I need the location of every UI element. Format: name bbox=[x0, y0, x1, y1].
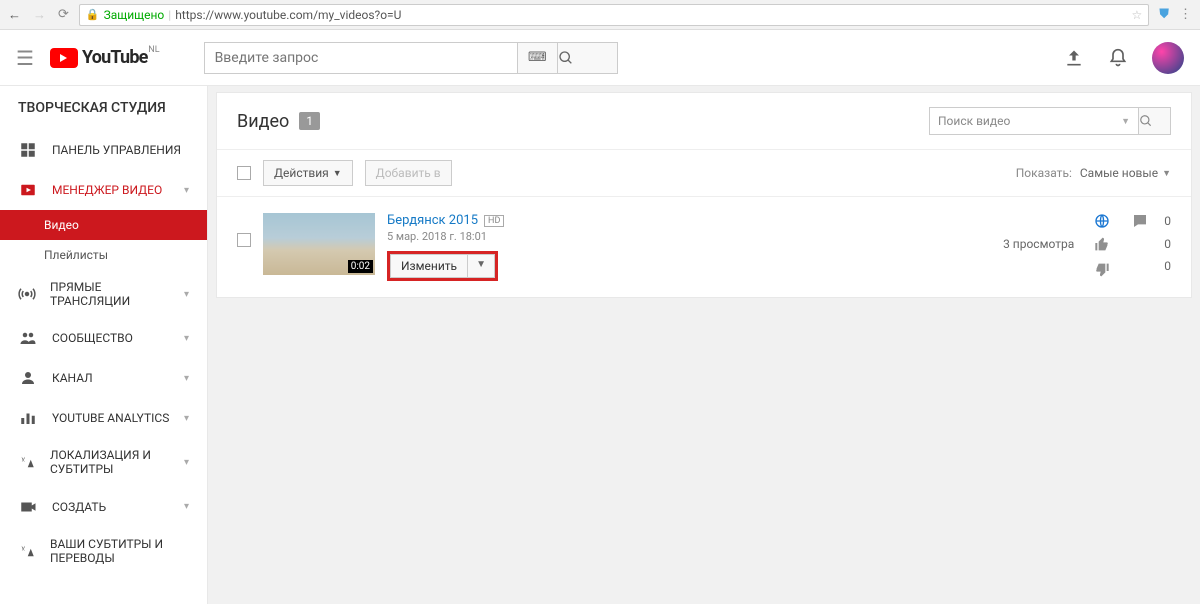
main-content: Видео 1 Поиск видео ▼ Действия ▼ bbox=[208, 86, 1200, 604]
sidebar: ТВОРЧЕСКАЯ СТУДИЯ ПАНЕЛЬ УПРАВЛЕНИЯ МЕНЕ… bbox=[0, 86, 208, 604]
live-icon bbox=[18, 284, 36, 304]
globe-icon bbox=[1094, 213, 1112, 229]
comment-icon bbox=[1132, 213, 1150, 229]
edit-button-highlight: Изменить ▼ bbox=[387, 251, 498, 281]
video-duration: 0:02 bbox=[348, 260, 373, 273]
sidebar-item-channel[interactable]: КАНАЛ ▾ bbox=[0, 358, 207, 398]
sidebar-item-live[interactable]: ПРЯМЫЕ ТРАНСЛЯЦИИ ▾ bbox=[0, 270, 207, 318]
video-title[interactable]: Бердянск 2015 bbox=[387, 213, 478, 228]
subtitles-icon bbox=[18, 541, 36, 561]
menu-dots-icon[interactable]: ⋮ bbox=[1179, 7, 1192, 22]
translate-icon bbox=[18, 452, 36, 472]
show-label: Показать: bbox=[1016, 166, 1072, 180]
upload-icon[interactable] bbox=[1064, 48, 1084, 68]
url-bar[interactable]: 🔒 Защищено | https://www.youtube.com/my_… bbox=[79, 4, 1149, 26]
yt-header: ☰ YouTube NL ⌨ bbox=[0, 30, 1200, 86]
dashboard-icon bbox=[18, 140, 38, 160]
reload-icon[interactable]: ⟳ bbox=[58, 7, 69, 23]
sidebar-item-community[interactable]: СООБЩЕСТВО ▾ bbox=[0, 318, 207, 358]
edit-dropdown[interactable]: ▼ bbox=[468, 254, 495, 278]
analytics-icon bbox=[18, 408, 38, 428]
play-icon bbox=[50, 48, 78, 68]
star-icon[interactable]: ☆ bbox=[1131, 8, 1142, 22]
sidebar-item-dashboard[interactable]: ПАНЕЛЬ УПРАВЛЕНИЯ bbox=[0, 130, 207, 170]
video-search-button[interactable] bbox=[1139, 107, 1171, 135]
comments-count: 0 bbox=[1164, 214, 1171, 228]
chevron-down-icon: ▾ bbox=[184, 185, 189, 196]
url-text: https://www.youtube.com/my_videos?o=U bbox=[175, 8, 401, 22]
secure-label: Защищено bbox=[104, 8, 165, 22]
sidebar-item-video-manager[interactable]: МЕНЕДЖЕР ВИДЕО ▾ bbox=[0, 170, 207, 210]
chevron-down-icon: ▼ bbox=[1162, 168, 1171, 179]
actions-button[interactable]: Действия ▼ bbox=[263, 160, 353, 186]
video-row: 0:02 Бердянск 2015 HD 5 мар. 2018 г. 18:… bbox=[217, 197, 1191, 297]
video-thumbnail[interactable]: 0:02 bbox=[263, 213, 375, 275]
chevron-down-icon: ▾ bbox=[184, 289, 189, 300]
video-checkbox[interactable] bbox=[237, 233, 251, 247]
chevron-down-icon: ▾ bbox=[184, 333, 189, 344]
keyboard-icon[interactable]: ⌨ bbox=[518, 42, 558, 74]
video-views: 3 просмотра bbox=[1003, 237, 1074, 251]
channel-icon bbox=[18, 368, 38, 388]
add-to-button[interactable]: Добавить в bbox=[365, 160, 452, 186]
browser-chrome: ← → ⟳ 🔒 Защищено | https://www.youtube.c… bbox=[0, 0, 1200, 30]
video-manager-icon bbox=[18, 180, 38, 200]
page-title: Видео bbox=[237, 111, 289, 132]
video-count-badge: 1 bbox=[299, 112, 320, 130]
likes-count: 0 bbox=[1164, 237, 1171, 251]
sidebar-item-translations[interactable]: ЛОКАЛИЗАЦИЯ И СУБТИТРЫ ▾ bbox=[0, 438, 207, 487]
hd-badge: HD bbox=[484, 215, 504, 227]
chevron-down-icon: ▾ bbox=[184, 373, 189, 384]
bell-icon[interactable] bbox=[1108, 48, 1128, 68]
sidebar-item-analytics[interactable]: YOUTUBE ANALYTICS ▾ bbox=[0, 398, 207, 438]
thumbs-up-icon bbox=[1094, 237, 1112, 253]
hamburger-icon[interactable]: ☰ bbox=[16, 46, 34, 70]
search-button[interactable] bbox=[558, 42, 618, 74]
chevron-down-icon: ▾ bbox=[184, 501, 189, 512]
chevron-down-icon: ▼ bbox=[1121, 116, 1130, 127]
video-date: 5 мар. 2018 г. 18:01 bbox=[387, 230, 991, 243]
thumbs-down-icon bbox=[1094, 261, 1112, 277]
video-search-input[interactable]: Поиск видео ▼ bbox=[929, 107, 1139, 135]
forward-icon: → bbox=[33, 7, 46, 23]
chevron-down-icon: ▼ bbox=[333, 168, 342, 179]
lock-icon: 🔒 bbox=[86, 8, 100, 21]
youtube-logo[interactable]: YouTube NL bbox=[50, 47, 148, 68]
sidebar-sub-videos[interactable]: Видео bbox=[0, 210, 207, 240]
sidebar-title: ТВОРЧЕСКАЯ СТУДИЯ bbox=[0, 86, 207, 130]
back-icon[interactable]: ← bbox=[8, 7, 21, 23]
chevron-down-icon: ▾ bbox=[184, 413, 189, 424]
avatar[interactable] bbox=[1152, 42, 1184, 74]
sidebar-item-create[interactable]: СОЗДАТЬ ▾ bbox=[0, 487, 207, 527]
dislikes-count: 0 bbox=[1164, 259, 1171, 273]
sidebar-item-your-subs[interactable]: ВАШИ СУБТИТРЫ И ПЕРЕВОДЫ bbox=[0, 527, 207, 576]
community-icon bbox=[18, 328, 38, 348]
shield-icon[interactable]: ⛊ bbox=[1159, 7, 1169, 22]
search-input[interactable] bbox=[204, 42, 518, 74]
edit-button[interactable]: Изменить bbox=[390, 254, 468, 278]
chevron-down-icon: ▾ bbox=[184, 457, 189, 468]
sidebar-sub-playlists[interactable]: Плейлисты bbox=[0, 240, 207, 270]
search-bar: ⌨ bbox=[204, 42, 618, 74]
select-all-checkbox[interactable] bbox=[237, 166, 251, 180]
sort-dropdown[interactable]: Самые новые ▼ bbox=[1080, 166, 1171, 180]
create-icon bbox=[18, 497, 38, 517]
